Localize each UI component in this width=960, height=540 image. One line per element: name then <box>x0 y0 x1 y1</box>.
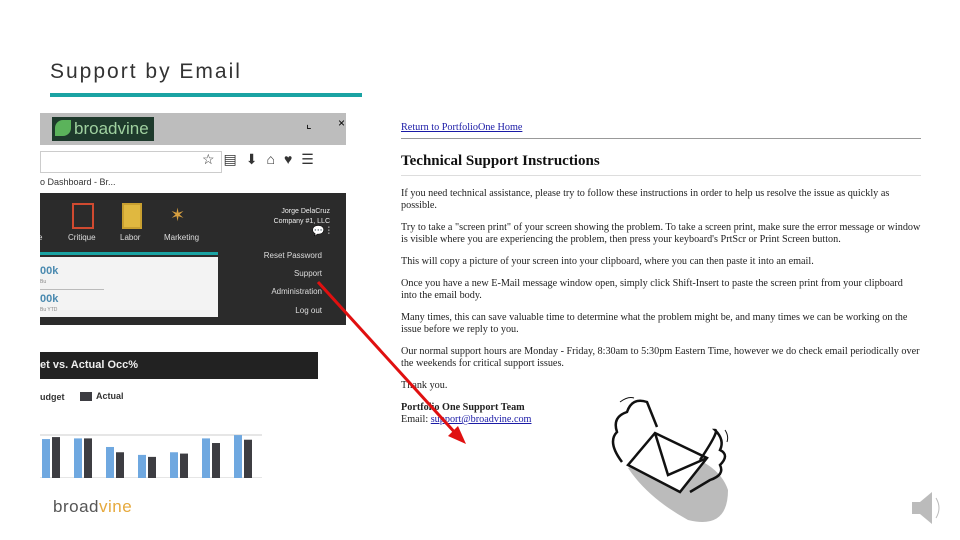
annotation-layer <box>316 280 940 524</box>
flying-envelope-icon <box>611 397 729 522</box>
red-arrow <box>316 280 460 438</box>
speaker-icon <box>912 492 940 524</box>
